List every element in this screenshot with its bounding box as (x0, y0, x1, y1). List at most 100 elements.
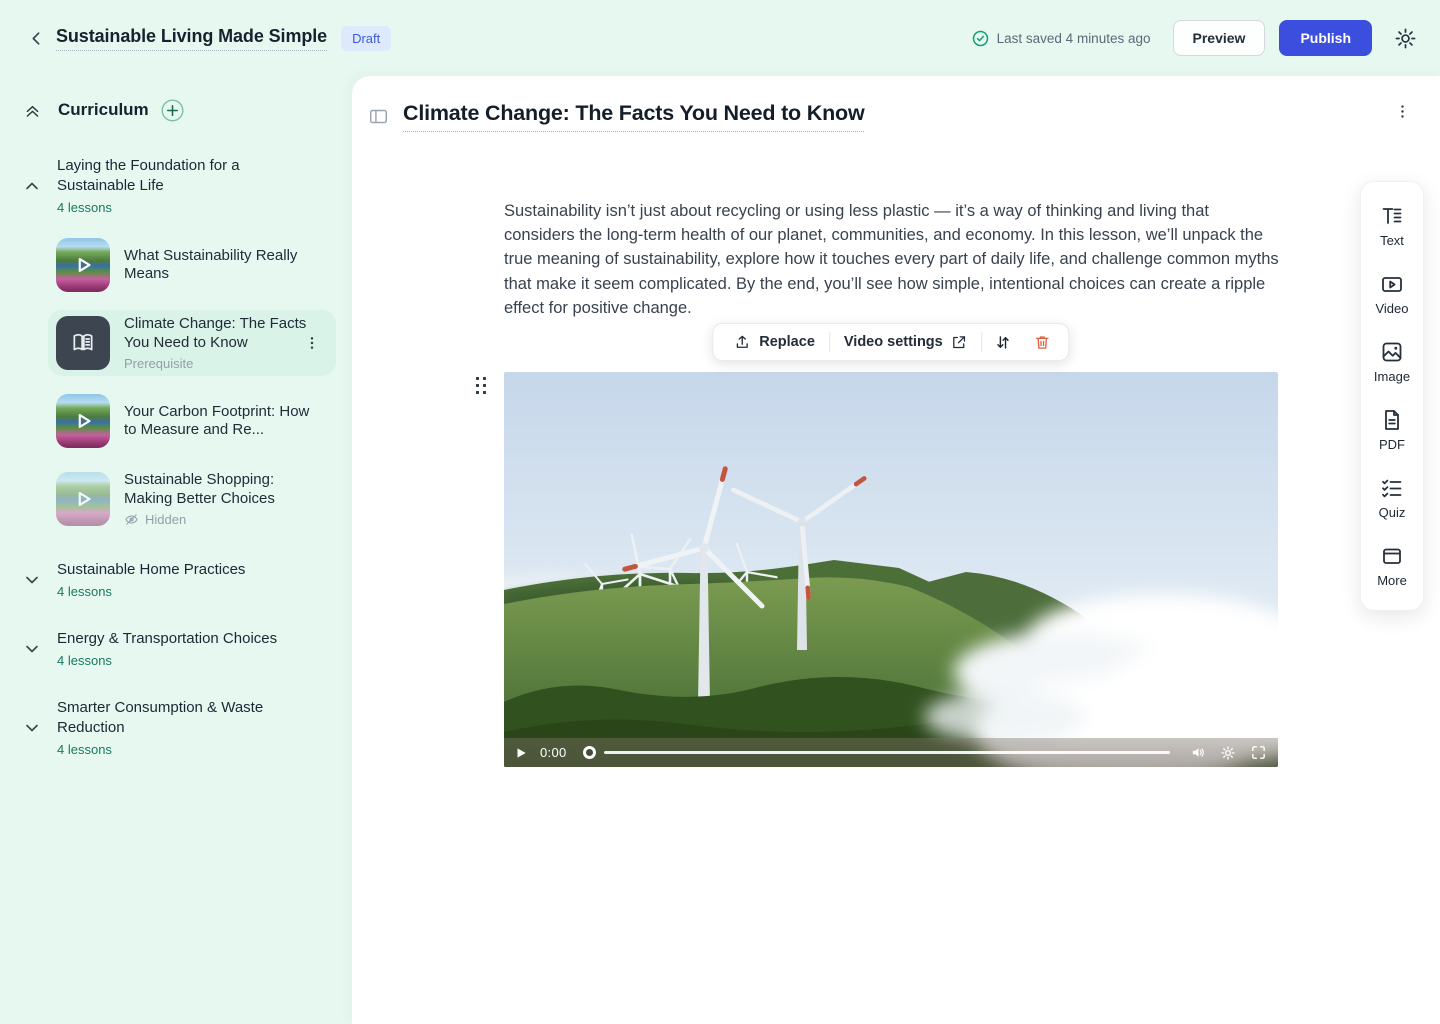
insert-label: Image (1374, 369, 1410, 384)
lesson-title: Sustainable Shopping: Making Better Choi… (124, 471, 312, 508)
chevron-down-icon (24, 641, 40, 657)
lesson-video-thumbnail (56, 394, 110, 448)
save-status: Last saved 4 minutes ago (972, 30, 1151, 47)
insert-quiz-button[interactable]: Quiz (1361, 464, 1423, 532)
insert-text-button[interactable]: Text (1361, 192, 1423, 260)
curriculum-section: Laying the Foundation for a Sustainable … (0, 156, 352, 532)
image-block-icon (1380, 340, 1404, 364)
delete-block-button[interactable] (1023, 324, 1063, 360)
section-lesson-count: 4 lessons (57, 653, 328, 668)
chevron-left-icon (28, 30, 45, 47)
last-saved-text: Last saved 4 minutes ago (997, 31, 1151, 46)
more-blocks-icon (1380, 544, 1404, 568)
trash-icon (1034, 333, 1052, 352)
insert-pdf-button[interactable]: PDF (1361, 396, 1423, 464)
lesson-badge-hidden: Hidden (145, 512, 186, 527)
volume-button[interactable] (1188, 744, 1208, 762)
lesson-title: What Sustainability Really Means (124, 247, 312, 284)
lesson-item-what-sustainability[interactable]: What Sustainability Really Means (48, 233, 336, 297)
video-player[interactable]: 0:00 (504, 372, 1278, 767)
replace-video-button[interactable]: Replace (719, 324, 829, 360)
quiz-block-icon (1380, 476, 1404, 500)
lesson-body-text[interactable]: Sustainability isn’t just about recyclin… (504, 199, 1280, 320)
video-settings-button[interactable]: Video settings (830, 324, 982, 360)
status-badge: Draft (341, 26, 391, 51)
section-header-4[interactable]: Smarter Consumption & Waste Reduction 4 … (0, 698, 352, 757)
seek-knob[interactable] (583, 746, 596, 759)
insert-label: More (1377, 573, 1407, 588)
insert-video-button[interactable]: Video (1361, 260, 1423, 328)
insert-label: Quiz (1379, 505, 1406, 520)
section-header-2[interactable]: Sustainable Home Practices 4 lessons (0, 560, 352, 599)
lesson-list: What Sustainability Really Means Climate… (48, 233, 336, 532)
section-title: Energy & Transportation Choices (57, 629, 305, 649)
upload-icon (733, 333, 751, 351)
block-drag-handle[interactable] (476, 377, 488, 394)
header-actions: Last saved 4 minutes ago Preview Publish (972, 20, 1418, 56)
lesson-item-sustainable-shopping[interactable]: Sustainable Shopping: Making Better Choi… (48, 466, 336, 532)
publish-button[interactable]: Publish (1279, 20, 1372, 56)
play-button[interactable] (514, 745, 530, 761)
back-button[interactable] (24, 26, 48, 50)
toggle-sidebar-button[interactable] (368, 107, 390, 127)
open-book-icon (70, 330, 96, 356)
lesson-title: Climate Change: The Facts You Need to Kn… (124, 315, 312, 352)
video-block-icon (1380, 272, 1404, 296)
section-lesson-count: 4 lessons (57, 200, 328, 215)
lesson-badge-prerequisite: Prerequisite (124, 356, 312, 371)
lesson-menu-button[interactable] (304, 334, 322, 352)
double-chevron-up-icon[interactable] (24, 102, 41, 119)
chevron-down-icon (24, 572, 40, 588)
video-control-bar: 0:00 (504, 738, 1278, 767)
section-header-1[interactable]: Laying the Foundation for a Sustainable … (0, 156, 352, 215)
reorder-block-button[interactable] (983, 324, 1023, 360)
section-title: Sustainable Home Practices (57, 560, 305, 580)
top-bar: Sustainable Living Made Simple Draft Las… (0, 0, 1440, 76)
section-lesson-count: 4 lessons (57, 584, 328, 599)
lesson-video-thumbnail (56, 472, 110, 526)
add-section-button[interactable] (161, 98, 185, 122)
settings-button[interactable] (1392, 25, 1418, 51)
section-header-3[interactable]: Energy & Transportation Choices 4 lesson… (0, 629, 352, 668)
lesson-title: Your Carbon Footprint: How to Measure an… (124, 403, 312, 440)
section-title: Smarter Consumption & Waste Reduction (57, 698, 305, 738)
plus-circle-icon (161, 99, 185, 122)
curriculum-section: Energy & Transportation Choices 4 lesson… (0, 629, 352, 668)
lesson-video-thumbnail (56, 238, 110, 292)
preview-button[interactable]: Preview (1173, 20, 1266, 56)
chevron-down-icon (24, 720, 40, 736)
curriculum-section: Sustainable Home Practices 4 lessons (0, 560, 352, 599)
section-lesson-count: 4 lessons (57, 742, 328, 757)
current-time: 0:00 (540, 745, 567, 760)
play-icon (56, 394, 110, 448)
fullscreen-button[interactable] (1248, 744, 1268, 762)
play-icon (56, 472, 110, 526)
video-settings-label: Video settings (844, 334, 943, 350)
seek-track[interactable] (604, 751, 1170, 754)
lesson-item-carbon-footprint[interactable]: Your Carbon Footprint: How to Measure an… (48, 389, 336, 453)
course-title[interactable]: Sustainable Living Made Simple (56, 26, 327, 51)
kebab-vertical-icon (304, 335, 322, 351)
eye-off-icon (124, 512, 139, 527)
gear-icon (1394, 27, 1417, 50)
chevron-up-icon (24, 178, 40, 194)
insert-label: Text (1380, 233, 1404, 248)
lesson-options-button[interactable] (1394, 102, 1412, 120)
video-block-toolbar: Replace Video settings (712, 323, 1069, 361)
pdf-block-icon (1380, 408, 1404, 432)
player-settings-button[interactable] (1218, 744, 1238, 762)
external-link-icon (951, 334, 968, 351)
layout-panel-icon (368, 107, 390, 126)
insert-block-toolbar: Text Video Image PDF Quiz More (1360, 181, 1424, 611)
insert-label: Video (1375, 301, 1408, 316)
lesson-item-climate-change[interactable]: Climate Change: The Facts You Need to Kn… (48, 310, 336, 376)
text-block-icon (1380, 204, 1404, 228)
lesson-reading-thumbnail (56, 316, 110, 370)
arrows-down-up-icon (993, 333, 1012, 352)
insert-more-button[interactable]: More (1361, 532, 1423, 600)
insert-label: PDF (1379, 437, 1405, 452)
lesson-page-title[interactable]: Climate Change: The Facts You Need to Kn… (403, 101, 864, 132)
insert-image-button[interactable]: Image (1361, 328, 1423, 396)
play-icon (56, 238, 110, 292)
section-title: Laying the Foundation for a Sustainable … (57, 156, 305, 196)
